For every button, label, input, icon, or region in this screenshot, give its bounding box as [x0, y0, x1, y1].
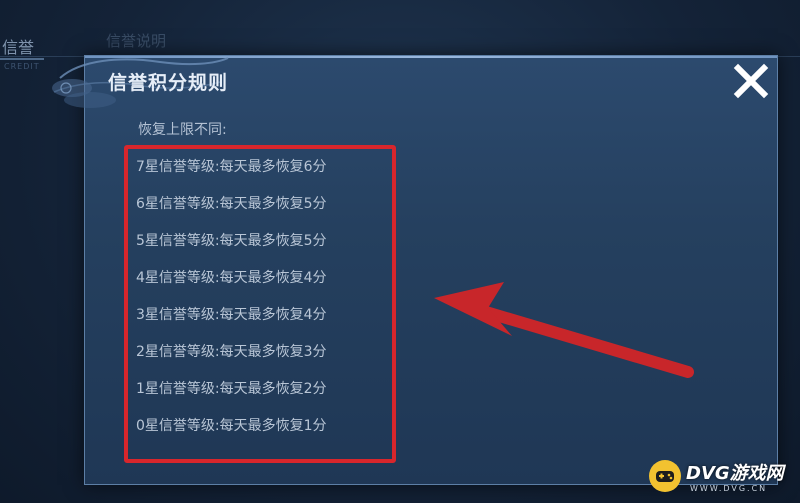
gamepad-icon [649, 460, 681, 492]
watermark-logo: DVG游戏网 WWW.DVG.CN [648, 455, 796, 499]
highlight-box-annotation [124, 145, 396, 463]
watermark-brand: DVG游戏网 [686, 463, 784, 484]
dialog-title: 信誉积分规则 [108, 72, 229, 94]
tab-credit[interactable]: 信誉 [2, 34, 34, 58]
watermark-domain: WWW.DVG.CN [690, 484, 768, 493]
close-icon[interactable] [728, 58, 774, 104]
rules-subtitle: 恢复上限不同: [138, 122, 227, 138]
tab-credit-sublabel: CREDIT [4, 62, 40, 71]
tab-credit-underline [0, 58, 44, 60]
arrow-annotation-icon [434, 282, 694, 378]
